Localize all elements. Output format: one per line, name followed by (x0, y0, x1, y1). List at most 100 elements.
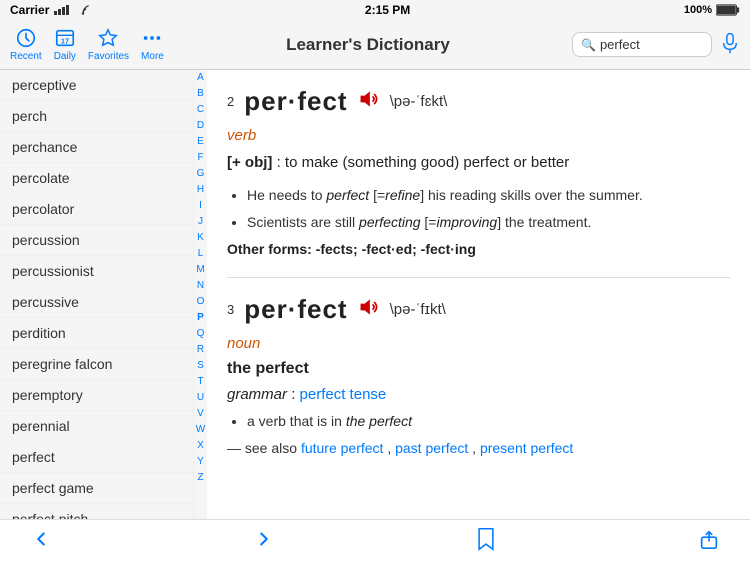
alpha-H[interactable]: H (194, 182, 207, 198)
entry-divider (227, 277, 730, 278)
nav-more[interactable]: More (141, 27, 164, 62)
sidebar-item-perfect-game[interactable]: perfect game (0, 473, 193, 504)
entry-2-examples: He needs to perfect [=refine] his readin… (247, 185, 730, 233)
sidebar-item-perfect-pitch[interactable]: perfect pitch (0, 504, 193, 519)
main-area: perceptive perch perchance percolate per… (0, 70, 750, 519)
entry-3-header: 3 per·fect \pə-ˈfɪkt\ (227, 294, 730, 325)
chevron-right-icon (253, 528, 275, 550)
alpha-E[interactable]: E (194, 134, 207, 150)
mic-button[interactable] (720, 32, 740, 57)
alpha-N[interactable]: N (194, 278, 207, 294)
search-box[interactable]: 🔍 (572, 32, 712, 57)
nav-recent[interactable]: Recent (10, 27, 42, 62)
entry-3-examples: a verb that is in the perfect (247, 411, 730, 432)
alpha-V[interactable]: V (194, 406, 207, 422)
carrier-label: Carrier (10, 3, 49, 17)
entry-2-def-text: : to make (something good) perfect or be… (277, 154, 570, 171)
see-also-comma-1: , (387, 440, 395, 456)
more-label: More (141, 51, 164, 62)
sidebar-item-perdition[interactable]: perdition (0, 318, 193, 349)
alpha-U[interactable]: U (194, 390, 207, 406)
alpha-R[interactable]: R (194, 342, 207, 358)
nav-daily[interactable]: 17 Daily (54, 27, 76, 62)
entry-2-example-1: He needs to perfect [=refine] his readin… (247, 185, 730, 206)
entry-3-see-also: — see also future perfect , past perfect… (227, 440, 730, 456)
search-icon: 🔍 (581, 38, 596, 52)
back-button[interactable] (30, 528, 52, 556)
daily-icon: 17 (54, 27, 76, 49)
wifi-icon (75, 4, 91, 16)
entry-2-definition: [+ obj] : to make (something good) perfe… (227, 152, 730, 175)
forward-button[interactable] (253, 528, 275, 556)
alpha-C[interactable]: C (194, 102, 207, 118)
sidebar-item-percolator[interactable]: percolator (0, 194, 193, 225)
grammar-colon: : (291, 386, 299, 403)
more-icon (141, 27, 163, 49)
alpha-L[interactable]: L (194, 246, 207, 262)
alpha-W[interactable]: W (194, 422, 207, 438)
alpha-P[interactable]: P (194, 310, 207, 326)
entry-2-word: per·fect (244, 86, 347, 117)
signal-icon (54, 5, 70, 15)
entry-2-example-2: Scientists are still perfecting [=improv… (247, 212, 730, 233)
alpha-T[interactable]: T (194, 374, 207, 390)
alpha-D[interactable]: D (194, 118, 207, 134)
nav-favorites[interactable]: Favorites (88, 27, 129, 62)
status-time: 2:15 PM (365, 3, 410, 17)
status-bar: Carrier 2:15 PM 100% (0, 0, 750, 20)
sidebar-item-perchance[interactable]: perchance (0, 132, 193, 163)
sidebar-item-perch[interactable]: perch (0, 101, 193, 132)
alpha-X[interactable]: X (194, 438, 207, 454)
alpha-Y[interactable]: Y (194, 454, 207, 470)
alpha-J[interactable]: J (194, 214, 207, 230)
alpha-Q[interactable]: Q (194, 326, 207, 342)
entry-3-superscript: 3 (227, 302, 234, 317)
sidebar-item-perennial[interactable]: perennial (0, 411, 193, 442)
see-also-intro: — see also (227, 440, 301, 456)
app-title: Learner's Dictionary (286, 35, 450, 55)
bookmark-button[interactable] (475, 527, 497, 557)
perfect-tense-link[interactable]: perfect tense (300, 386, 387, 403)
present-perfect-link[interactable]: present perfect (480, 440, 573, 456)
entry-3-audio-button[interactable] (358, 298, 380, 321)
alpha-B[interactable]: B (194, 86, 207, 102)
sidebar-item-percussive[interactable]: percussive (0, 287, 193, 318)
nav-icons: Recent 17 Daily Favorites More (10, 27, 164, 62)
sidebar-item-peregrine-falcon[interactable]: peregrine falcon (0, 349, 193, 380)
alpha-I[interactable]: I (194, 198, 207, 214)
entry-3-example-1: a verb that is in the perfect (247, 411, 730, 432)
speaker-icon (358, 90, 380, 108)
alpha-index: A B C D E F G H I J K L M N O P Q R S T … (193, 70, 207, 519)
alpha-S[interactable]: S (194, 358, 207, 374)
sidebar-item-percussionist[interactable]: percussionist (0, 256, 193, 287)
entry-2-audio-button[interactable] (358, 90, 380, 113)
search-input[interactable] (600, 37, 703, 52)
alpha-O[interactable]: O (194, 294, 207, 310)
share-button[interactable] (698, 528, 720, 556)
alpha-F[interactable]: F (194, 150, 207, 166)
alpha-K[interactable]: K (194, 230, 207, 246)
sidebar-item-perceptive[interactable]: perceptive (0, 70, 193, 101)
battery-percent: 100% (684, 4, 712, 16)
entry-3-word: per·fect (244, 294, 347, 325)
sidebar-item-percussion[interactable]: percussion (0, 225, 193, 256)
alpha-M[interactable]: M (194, 262, 207, 278)
svg-text:17: 17 (61, 37, 69, 46)
bottom-bar (0, 519, 750, 563)
favorites-label: Favorites (88, 51, 129, 62)
alpha-Z[interactable]: Z (194, 470, 207, 486)
alpha-A[interactable]: A (194, 70, 207, 86)
future-perfect-link[interactable]: future perfect (301, 440, 384, 456)
sidebar-item-peremptory[interactable]: peremptory (0, 380, 193, 411)
battery-icon (716, 4, 740, 16)
alpha-G[interactable]: G (194, 166, 207, 182)
sidebar-wrapper: perceptive perch perchance percolate per… (0, 70, 207, 519)
nav-right: 🔍 (572, 32, 740, 57)
entry-3-pos: noun (227, 335, 730, 352)
status-right: 100% (684, 4, 740, 16)
past-perfect-link[interactable]: past perfect (395, 440, 468, 456)
content-pane: 2 per·fect \pə-ˈfɛkt\ verb [+ obj] : to … (207, 70, 750, 519)
sidebar-item-perfect[interactable]: perfect (0, 442, 193, 473)
sidebar-item-percolate[interactable]: percolate (0, 163, 193, 194)
sidebar-list: perceptive perch perchance percolate per… (0, 70, 193, 519)
